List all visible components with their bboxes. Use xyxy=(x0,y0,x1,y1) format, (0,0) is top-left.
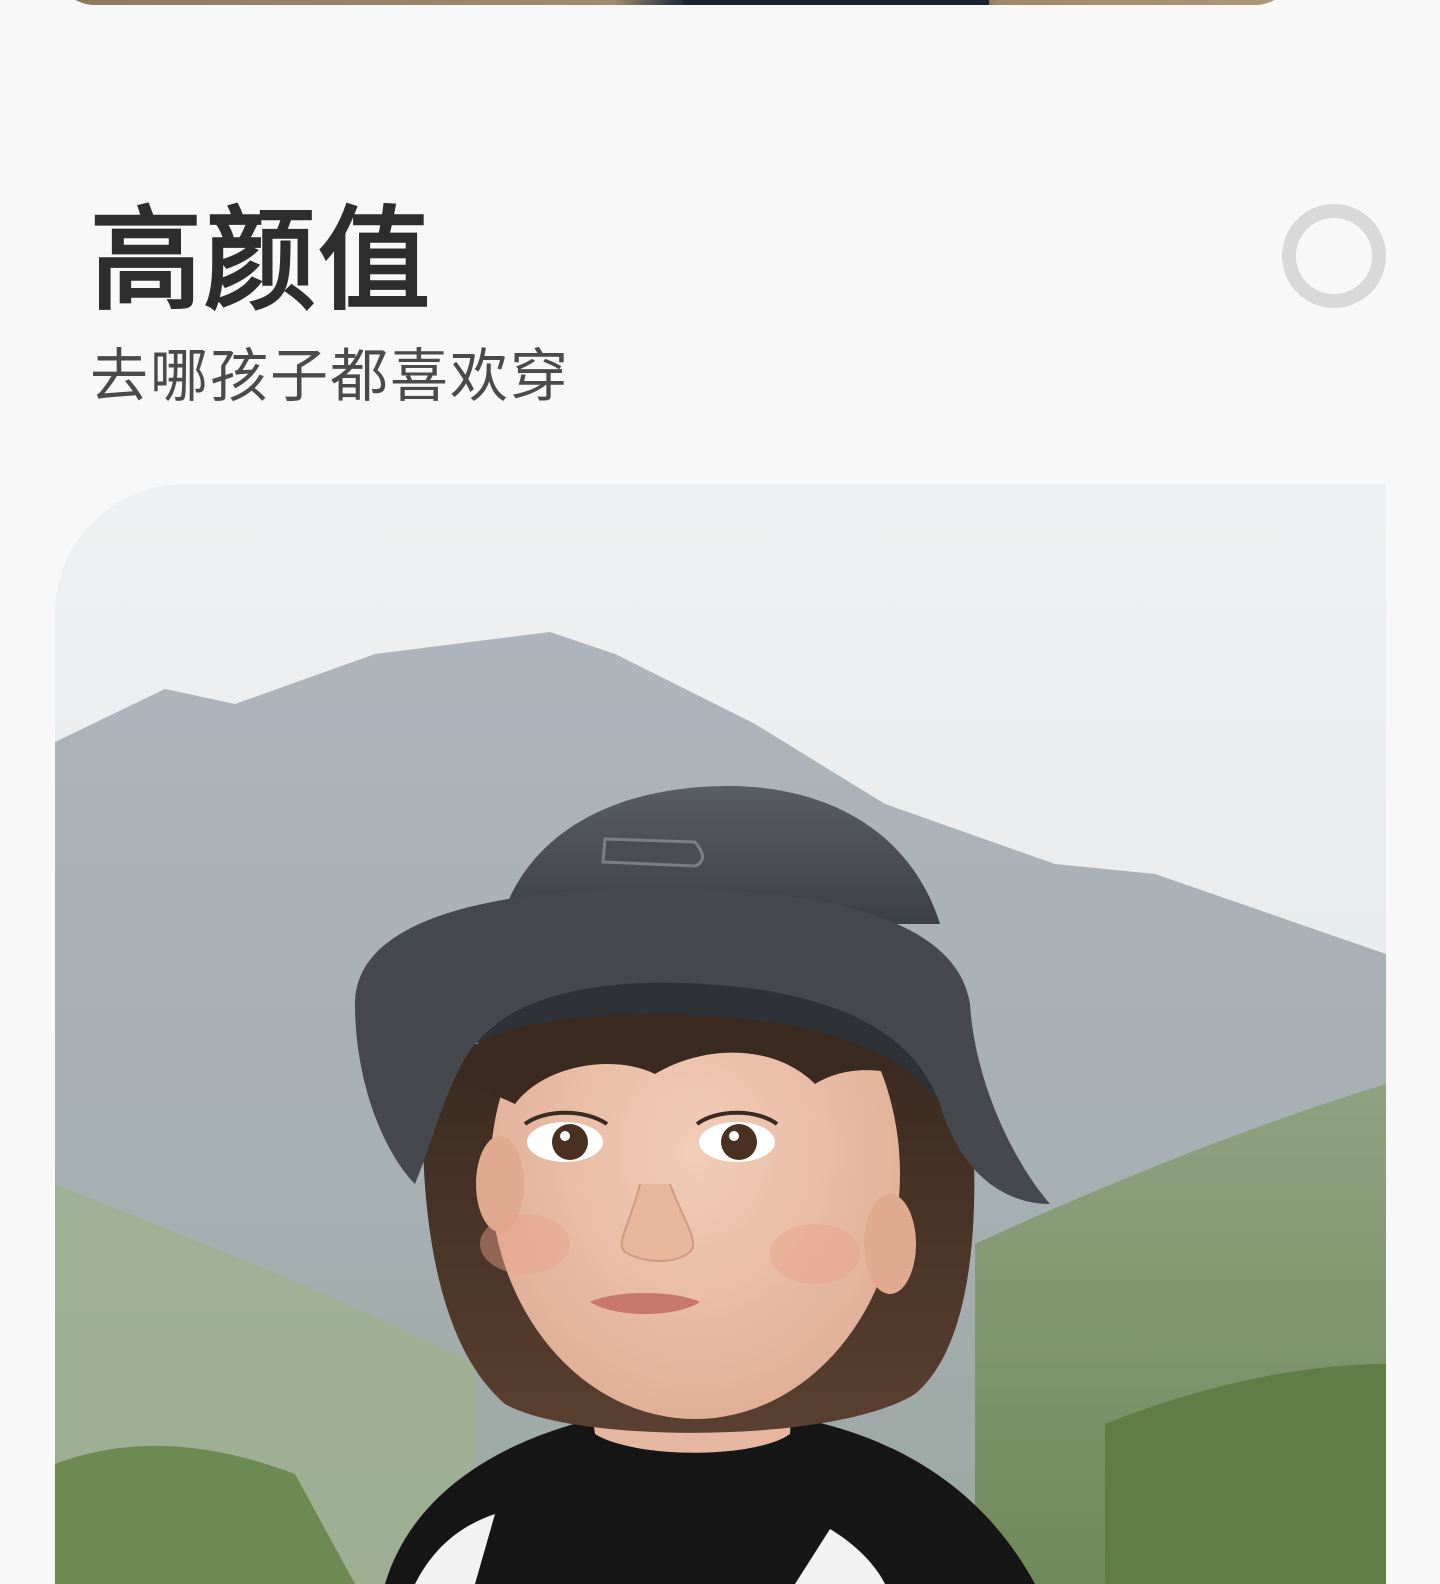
hat-patch xyxy=(601,837,704,868)
eye-left xyxy=(552,1124,588,1160)
previous-photo-dark-panel xyxy=(683,0,989,5)
section-subtitle: 去哪孩子都喜欢穿 xyxy=(90,342,571,410)
ring-icon xyxy=(1282,204,1386,308)
cheek-left xyxy=(480,1214,570,1274)
eye-left-highlight xyxy=(560,1131,570,1141)
section-title: 高颜值 xyxy=(90,196,432,326)
ear-right xyxy=(864,1194,916,1294)
eye-right xyxy=(721,1124,757,1160)
previous-photo-card xyxy=(55,0,1295,5)
child-photo-illustration xyxy=(55,484,1386,1584)
main-photo-card xyxy=(55,484,1386,1584)
cheek-right xyxy=(770,1224,860,1284)
eye-right-highlight xyxy=(729,1131,739,1141)
